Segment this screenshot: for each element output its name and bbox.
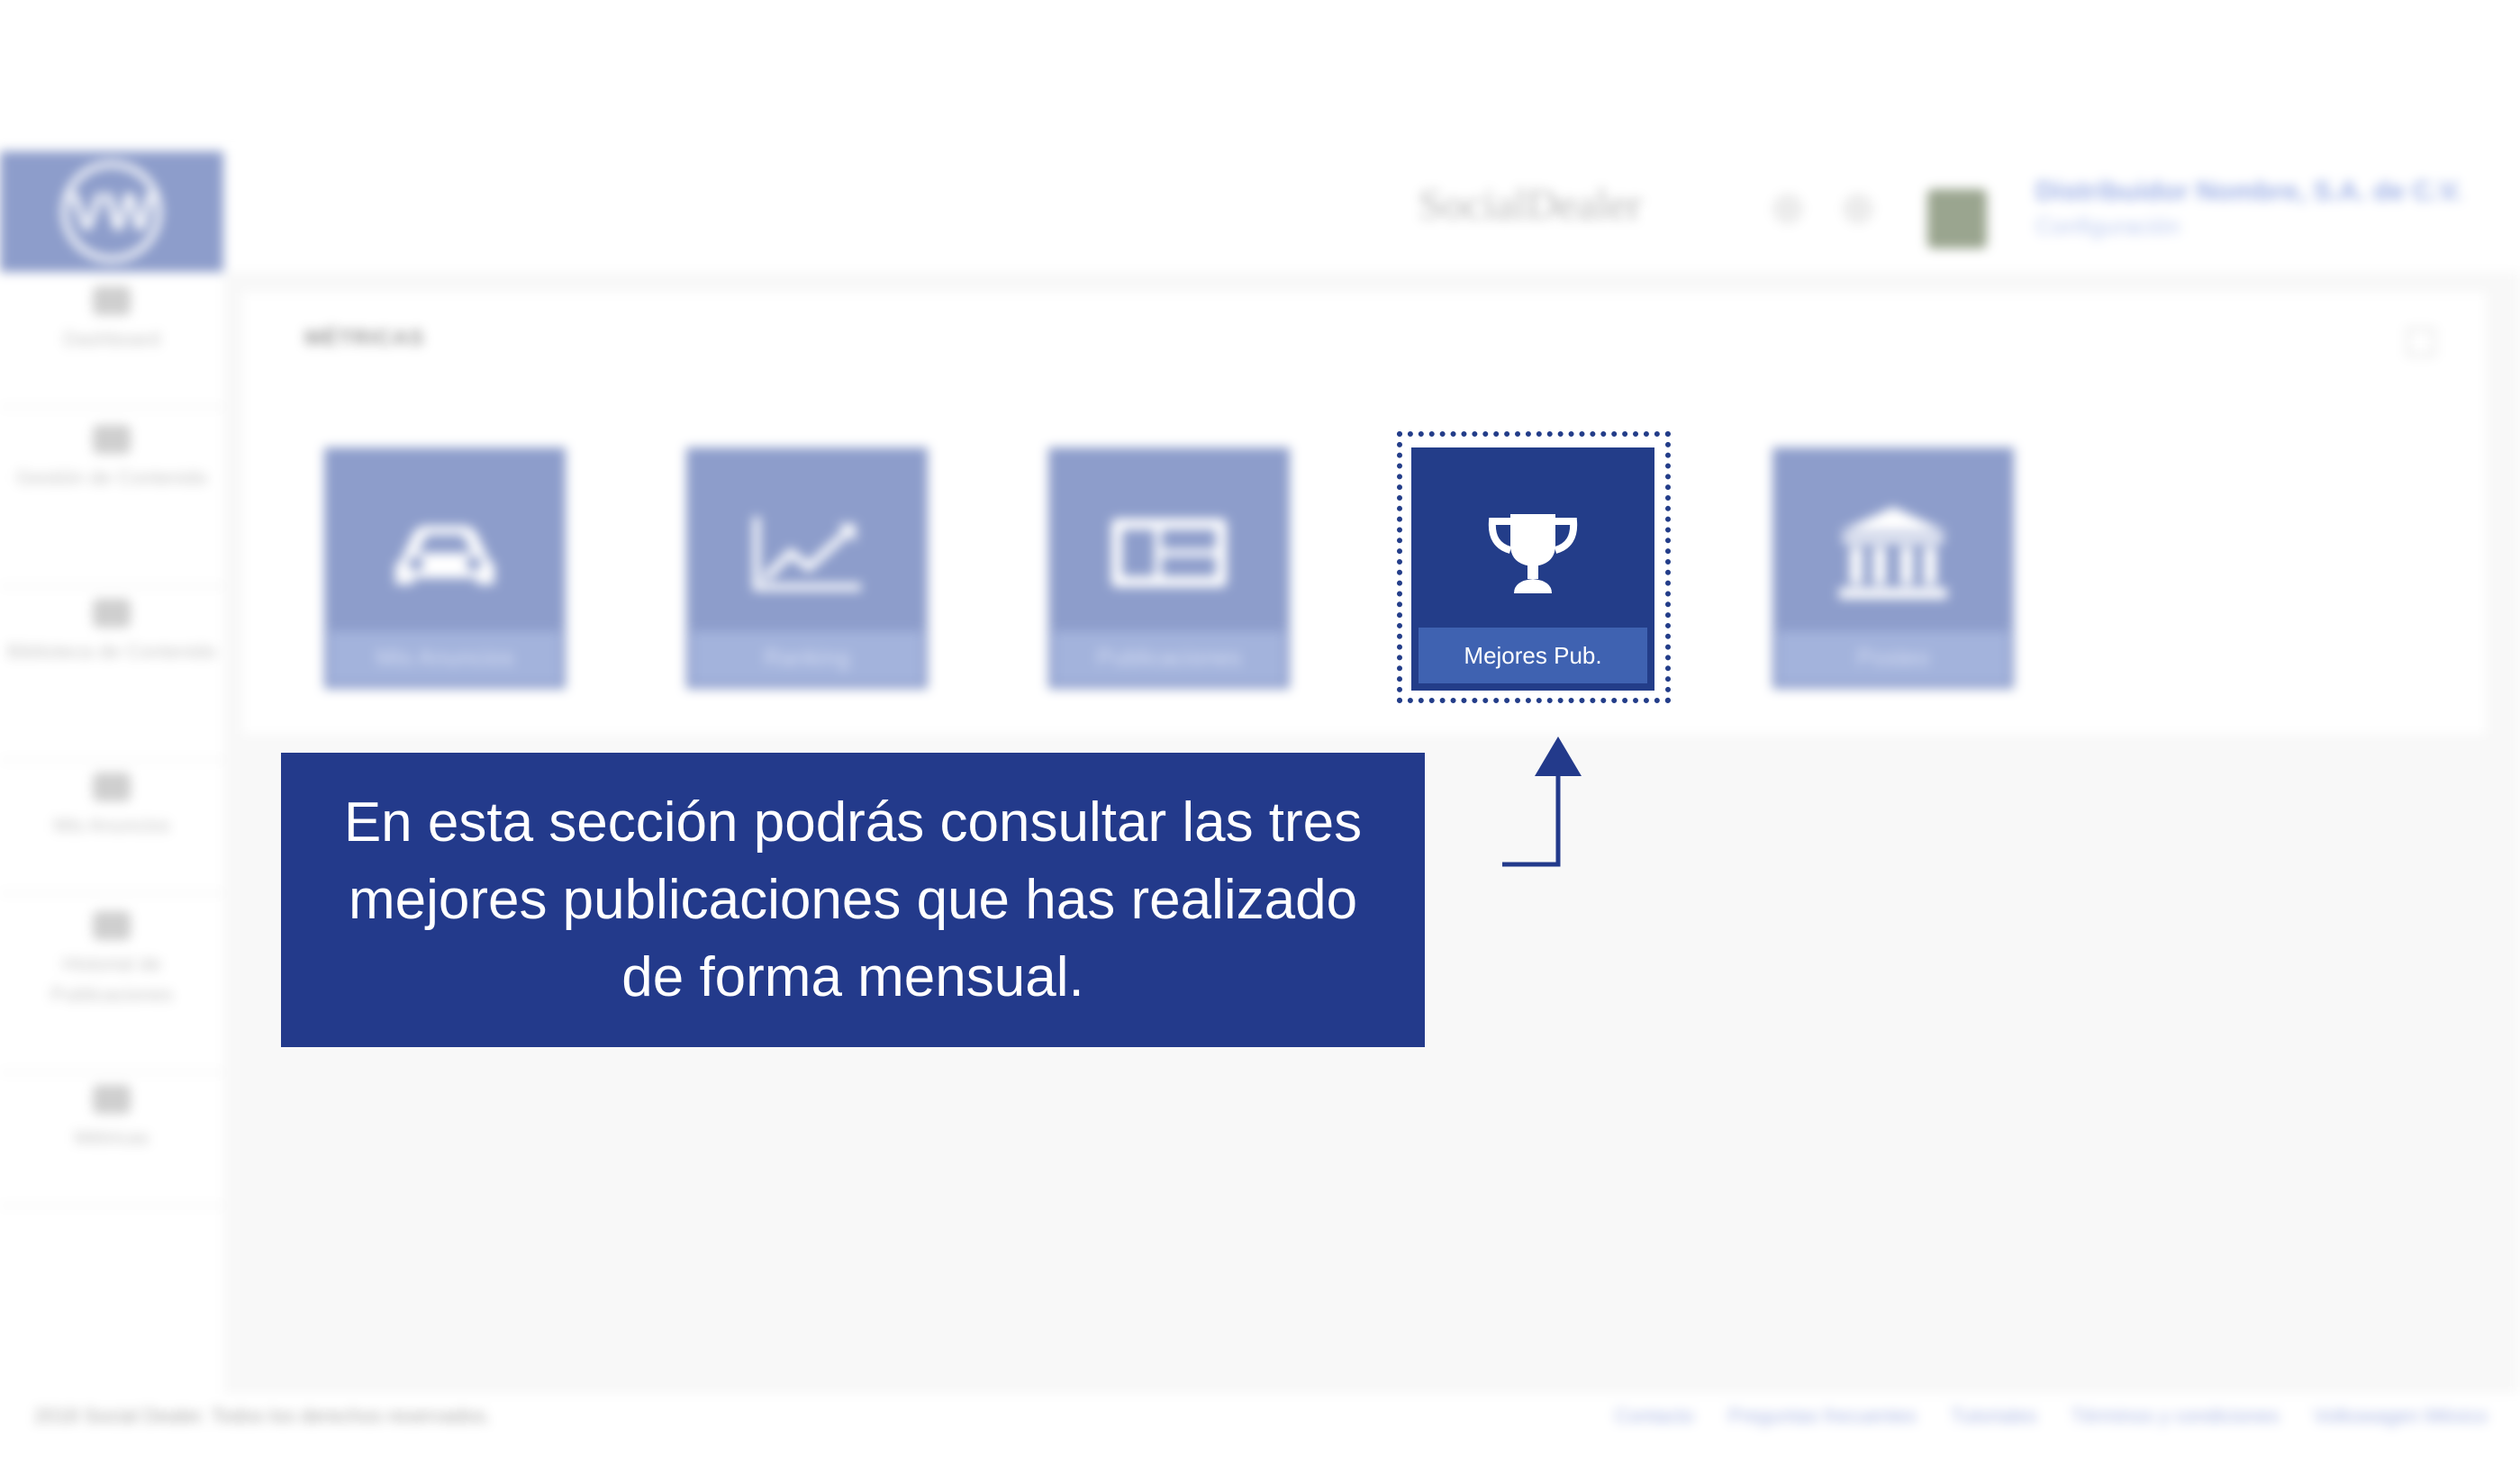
vw-logo-icon: VW [61,161,162,262]
arrow-up-icon [1502,736,1582,867]
sidebar-item-label: Dashboard [63,328,160,350]
tile-label: Mejores Pub. [1419,628,1647,683]
footer-link[interactable]: Tutoriales [1951,1405,2037,1428]
bank-icon [1830,503,1956,602]
sidebar-item-metricas[interactable]: Métricas [0,1085,223,1206]
sidebar-item-label: Biblioteca de Contenido [6,640,217,663]
footer-link[interactable]: Preguntas frecuentes [1728,1405,1917,1428]
brand-logo[interactable]: VW [0,151,223,272]
metrics-panel [243,293,2486,734]
sidebar-item-dashboard[interactable]: Dashboard [0,286,223,408]
sidebar-item-gestion[interactable]: Gestión de Contenido [0,425,223,587]
layout-icon [1106,503,1232,602]
image-icon [93,773,131,801]
callout-text: En esta sección podrás consultar las tre… [343,791,1363,1008]
footer-link[interactable]: Volkswagen México [2314,1405,2488,1428]
calendar-icon [93,425,131,454]
sidebar-item-anuncios[interactable]: Mis Anuncios [0,773,223,894]
sidebar-item-biblioteca[interactable]: Biblioteca de Contenido [0,599,223,761]
sidebar-item-historial[interactable]: Historial de Publicaciones [0,911,223,1073]
user-name[interactable]: Distribuidor Nombre, S.A. de C.V. [2035,176,2462,207]
tile-label: Ranking [692,631,922,683]
sidebar-item-label: Mis Anuncios [53,814,170,836]
user-role[interactable]: Configuración [2035,212,2180,240]
tile-label: Posteo [1778,631,2008,683]
tile-mis-anuncios[interactable]: Mis Anuncios [324,447,566,689]
sidebar-item-label: Gestión de Contenido [15,466,208,489]
car-icon [382,503,508,602]
list-icon [93,911,131,940]
expand-icon[interactable] [2407,328,2435,357]
tile-publicaciones[interactable]: Publicaciones [1048,447,1290,689]
tile-mejores-pub[interactable]: Mejores Pub. [1411,447,1654,691]
top-bar [223,151,2520,272]
notification-icon[interactable] [1772,194,1803,224]
footer-link[interactable]: Contacto [1615,1405,1694,1428]
panel-title: MÉTRICAS [304,326,425,350]
footer-copyright: 2018 Social Dealer. Todos los derechos r… [34,1405,492,1427]
tile-label: Mis Anuncios [330,631,560,683]
sidebar-item-label: Historial de Publicaciones [50,953,173,1006]
sidebar-item-label: Métricas [74,1126,150,1149]
home-icon [93,286,131,315]
tile-label: Publicaciones [1054,631,1284,683]
brand-name: SocialDealer [1419,181,1642,229]
tile-posteo[interactable]: Posteo [1772,447,2014,689]
folder-icon [93,599,131,628]
trophy-icon [1465,500,1600,608]
chart-icon [93,1085,131,1114]
avatar[interactable] [1927,189,1987,249]
tile-ranking[interactable]: Ranking [686,447,928,689]
footer-link[interactable]: Términos y condiciones [2071,1405,2280,1428]
tutorial-callout: En esta sección podrás consultar las tre… [281,753,1425,1047]
message-icon[interactable] [1843,194,1873,224]
line-chart-icon [744,503,870,602]
footer-links: Contacto Preguntas frecuentes Tutoriales… [1615,1405,2488,1428]
